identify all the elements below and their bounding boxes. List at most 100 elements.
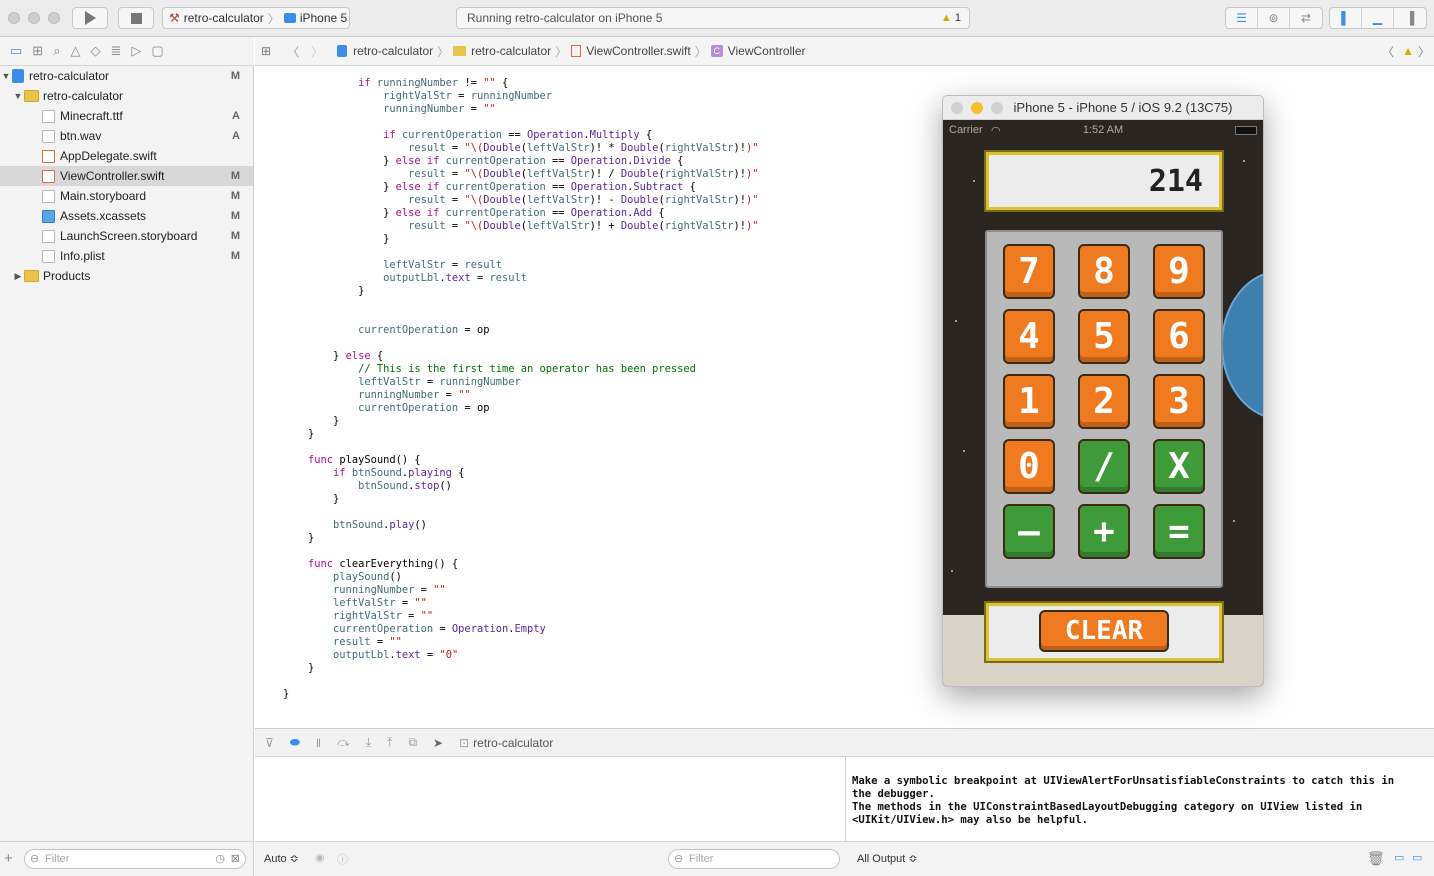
- run-button[interactable]: [72, 7, 108, 29]
- key-divide[interactable]: /: [1078, 439, 1130, 494]
- breadcrumb-symbol[interactable]: ViewController: [728, 44, 806, 58]
- nav-item-btn-wav[interactable]: btn.wav A: [0, 126, 253, 146]
- info-icon[interactable]: ⓘ: [337, 851, 348, 867]
- utilities-toggle-icon[interactable]: ▐: [1394, 8, 1426, 28]
- next-issue-icon[interactable]: 〉: [1418, 43, 1430, 60]
- key-8[interactable]: 8: [1078, 244, 1130, 299]
- close-window-button[interactable]: [951, 102, 963, 114]
- minimize-window-button[interactable]: [971, 102, 983, 114]
- debug-area-toggle-icon[interactable]: ▁: [1362, 8, 1394, 28]
- key-5[interactable]: 5: [1078, 309, 1130, 364]
- disclosure-closed-icon[interactable]: ▶: [12, 271, 24, 282]
- nav-item-products[interactable]: ▶ Products: [0, 266, 253, 286]
- nav-item-label: retro-calculator: [29, 69, 110, 83]
- trash-icon[interactable]: 🗑: [1367, 850, 1385, 867]
- nav-item-main-storyboard[interactable]: Main.storyboard M: [0, 186, 253, 206]
- nav-item-appdelegate[interactable]: AppDelegate.swift: [0, 146, 253, 166]
- nav-item-viewcontroller[interactable]: ViewController.swift M: [0, 166, 253, 186]
- hammer-icon: ⚒: [169, 11, 180, 25]
- hide-debug-area-icon[interactable]: ⊽: [265, 736, 274, 750]
- zoom-window-button[interactable]: [991, 102, 1003, 114]
- breakpoint-navigator-icon[interactable]: ▷: [131, 43, 141, 59]
- scm-filter-icon[interactable]: ⊠: [231, 850, 240, 868]
- close-window-button[interactable]: [8, 12, 20, 24]
- version-editor-icon[interactable]: ⇄: [1290, 8, 1322, 28]
- nav-item-project[interactable]: ▼ retro-calculator M: [0, 66, 253, 86]
- step-into-icon[interactable]: ⤓: [366, 735, 371, 750]
- stop-button[interactable]: [118, 7, 154, 29]
- key-4[interactable]: 4: [1003, 309, 1055, 364]
- navigator-filter-field[interactable]: Filter ⊖ ◷ ⊠: [24, 849, 246, 869]
- breadcrumb-group[interactable]: retro-calculator: [471, 44, 551, 58]
- key-7[interactable]: 7: [1003, 244, 1055, 299]
- scheme-selector[interactable]: ⚒ retro-calculator 〉 iPhone 5: [162, 7, 350, 29]
- add-icon[interactable]: +: [4, 850, 13, 867]
- key-equals[interactable]: =: [1153, 504, 1205, 559]
- key-multiply[interactable]: X: [1153, 439, 1205, 494]
- scm-badge: M: [230, 70, 240, 82]
- clear-button[interactable]: CLEAR: [1039, 610, 1169, 652]
- pause-icon[interactable]: ‖: [316, 736, 321, 750]
- project-navigator-icon[interactable]: ▭: [10, 43, 22, 59]
- key-9[interactable]: 9: [1153, 244, 1205, 299]
- variables-filter-field[interactable]: ⊖ Filter: [668, 849, 840, 869]
- breadcrumb-file[interactable]: ViewController.swift: [586, 44, 690, 58]
- symbol-navigator-icon[interactable]: ⊞: [32, 43, 43, 59]
- quick-look-icon[interactable]: ◉: [315, 851, 325, 864]
- key-2[interactable]: 2: [1078, 374, 1130, 429]
- console-pane-toggle-icon[interactable]: ▭: [1412, 851, 1422, 864]
- storyboard-file-icon: [42, 229, 55, 243]
- key-3[interactable]: 3: [1153, 374, 1205, 429]
- nav-item-launchscreen[interactable]: LaunchScreen.storyboard M: [0, 226, 253, 246]
- standard-editor-icon[interactable]: ☰: [1226, 8, 1258, 28]
- editor-mode-control: ☰ ⊚ ⇄: [1225, 7, 1323, 29]
- debug-bar: ⊽ ⬬ ‖ ⤼ ⤓ ⤒ ⧉ ➤ ⊡ retro-calculator: [255, 728, 1434, 757]
- key-label: 4: [1018, 316, 1040, 357]
- console-output[interactable]: Make a symbolic breakpoint at UIViewAler…: [847, 757, 1434, 841]
- step-over-icon[interactable]: ⤼: [337, 735, 350, 750]
- scm-badge: M: [230, 170, 240, 182]
- related-items-icon[interactable]: ⊞: [261, 44, 271, 58]
- target-icon: ⊡: [459, 735, 470, 750]
- source-code: if runningNumber != "" { rightValStr = r…: [283, 77, 759, 700]
- breadcrumb-project[interactable]: retro-calculator: [353, 44, 433, 58]
- previous-issue-icon[interactable]: 〈: [1382, 43, 1394, 60]
- report-navigator-icon[interactable]: ▢: [151, 43, 163, 59]
- key-subtract[interactable]: —: [1003, 504, 1055, 559]
- key-add[interactable]: +: [1078, 504, 1130, 559]
- minimize-window-button[interactable]: [28, 12, 40, 24]
- nav-item-minecraft-ttf[interactable]: Minecraft.ttf A: [0, 106, 253, 126]
- location-icon[interactable]: ➤: [433, 736, 443, 750]
- auto-variables-selector[interactable]: Auto ≎: [264, 852, 299, 865]
- variables-view[interactable]: [255, 757, 846, 841]
- navigator-toggle-icon[interactable]: ▌: [1330, 8, 1362, 28]
- back-icon[interactable]: 〈: [287, 43, 299, 60]
- nav-item-assets[interactable]: Assets.xcassets M: [0, 206, 253, 226]
- assistant-editor-icon[interactable]: ⊚: [1258, 8, 1290, 28]
- variables-pane-toggle-icon[interactable]: ▭: [1394, 851, 1404, 864]
- test-navigator-icon[interactable]: ◇: [90, 43, 100, 59]
- breakpoints-toggle-icon[interactable]: ⬬: [290, 735, 300, 750]
- output-selector[interactable]: All Output ≎: [857, 852, 918, 865]
- nav-item-group[interactable]: ▼ retro-calculator: [0, 86, 253, 106]
- key-label: 1: [1018, 381, 1040, 422]
- disclosure-open-icon[interactable]: ▼: [12, 91, 24, 101]
- forward-icon[interactable]: 〉: [311, 43, 323, 60]
- zoom-window-button[interactable]: [48, 12, 60, 24]
- clear-container: CLEAR: [984, 601, 1224, 663]
- nav-item-info-plist[interactable]: Info.plist M: [0, 246, 253, 266]
- issue-navigator-icon[interactable]: △: [70, 43, 80, 59]
- step-out-icon[interactable]: ⤒: [387, 735, 392, 750]
- disclosure-open-icon[interactable]: ▼: [0, 71, 12, 81]
- debug-navigator-icon[interactable]: ≣: [110, 43, 121, 59]
- key-1[interactable]: 1: [1003, 374, 1055, 429]
- recent-files-icon[interactable]: ◷: [215, 850, 225, 868]
- key-label: —: [1018, 511, 1040, 552]
- warning-icon[interactable]: ▲: [1402, 44, 1414, 58]
- warning-indicator[interactable]: ▲ 1: [941, 8, 961, 28]
- console-text: Make a symbolic breakpoint at UIViewAler…: [852, 775, 1395, 826]
- find-navigator-icon[interactable]: ⌕: [53, 43, 60, 59]
- key-0[interactable]: 0: [1003, 439, 1055, 494]
- key-6[interactable]: 6: [1153, 309, 1205, 364]
- view-debugger-icon[interactable]: ⧉: [408, 735, 417, 750]
